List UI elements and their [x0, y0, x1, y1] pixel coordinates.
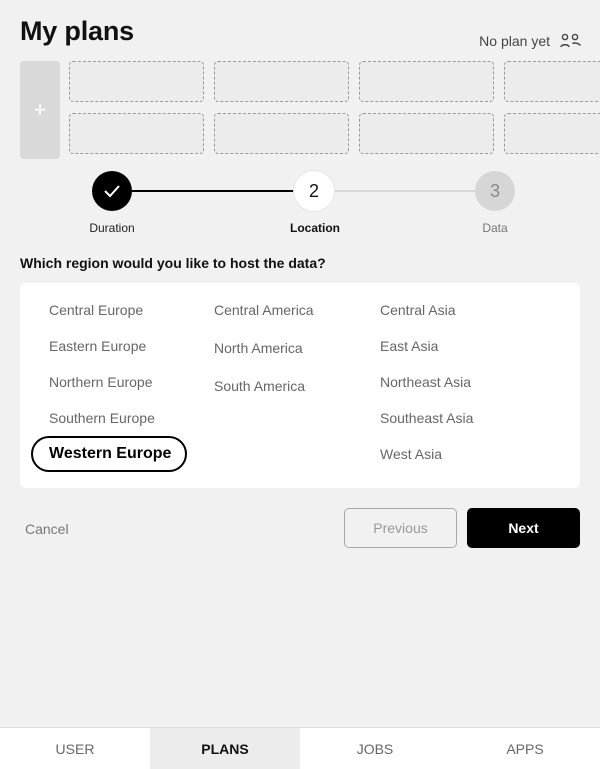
plan-slot — [69, 61, 204, 102]
cancel-button[interactable]: Cancel — [25, 521, 69, 537]
next-button[interactable]: Next — [467, 508, 580, 548]
plan-slot — [504, 61, 600, 102]
step-connector-upcoming — [334, 190, 475, 192]
region-option-north-america[interactable]: North America — [214, 340, 303, 356]
nav-tab-jobs[interactable]: JOBS — [300, 728, 450, 769]
region-option-east-asia[interactable]: East Asia — [380, 338, 438, 354]
previous-button[interactable]: Previous — [344, 508, 457, 548]
region-option-central-america[interactable]: Central America — [214, 302, 314, 318]
step-duration-label: Duration — [89, 221, 135, 235]
step-location-label: Location — [290, 221, 340, 235]
region-option-central-europe[interactable]: Central Europe — [49, 302, 143, 318]
plan-slot — [504, 113, 600, 154]
plans-strip: + — [20, 61, 600, 159]
nav-tab-user[interactable]: USER — [0, 728, 150, 769]
plan-slot — [359, 61, 494, 102]
plan-slot — [214, 113, 349, 154]
plan-slot — [69, 113, 204, 154]
plan-slot — [359, 113, 494, 154]
region-question: Which region would you like to host the … — [20, 255, 326, 271]
region-option-southeast-asia[interactable]: Southeast Asia — [380, 410, 473, 426]
checkmark-icon — [104, 185, 120, 198]
region-option-west-asia[interactable]: West Asia — [380, 446, 442, 462]
bottom-nav: USER PLANS JOBS APPS — [0, 727, 600, 769]
nav-tab-plans[interactable]: PLANS — [150, 728, 300, 769]
plan-status: No plan yet — [479, 30, 582, 52]
nav-tab-apps[interactable]: APPS — [450, 728, 600, 769]
region-option-northern-europe[interactable]: Northern Europe — [49, 374, 153, 390]
no-plan-label: No plan yet — [479, 33, 550, 49]
region-picker: Central Europe Eastern Europe Northern E… — [20, 283, 580, 488]
region-option-eastern-europe[interactable]: Eastern Europe — [49, 338, 146, 354]
step-connector-completed — [132, 190, 294, 192]
add-plan-button[interactable]: + — [20, 61, 60, 159]
region-option-central-asia[interactable]: Central Asia — [380, 302, 455, 318]
step-duration-marker[interactable] — [92, 171, 132, 211]
region-option-southern-europe[interactable]: Southern Europe — [49, 410, 155, 426]
users-outline-icon — [560, 33, 582, 48]
plan-slot — [214, 61, 349, 102]
region-option-northeast-asia[interactable]: Northeast Asia — [380, 374, 471, 390]
step-location-marker: 2 — [294, 171, 334, 211]
step-data-marker: 3 — [475, 171, 515, 211]
step-data-label: Data — [482, 221, 508, 235]
region-option-south-america[interactable]: South America — [214, 378, 305, 394]
region-option-western-europe[interactable]: Western Europe — [31, 436, 188, 472]
page-title: My plans — [20, 16, 134, 46]
